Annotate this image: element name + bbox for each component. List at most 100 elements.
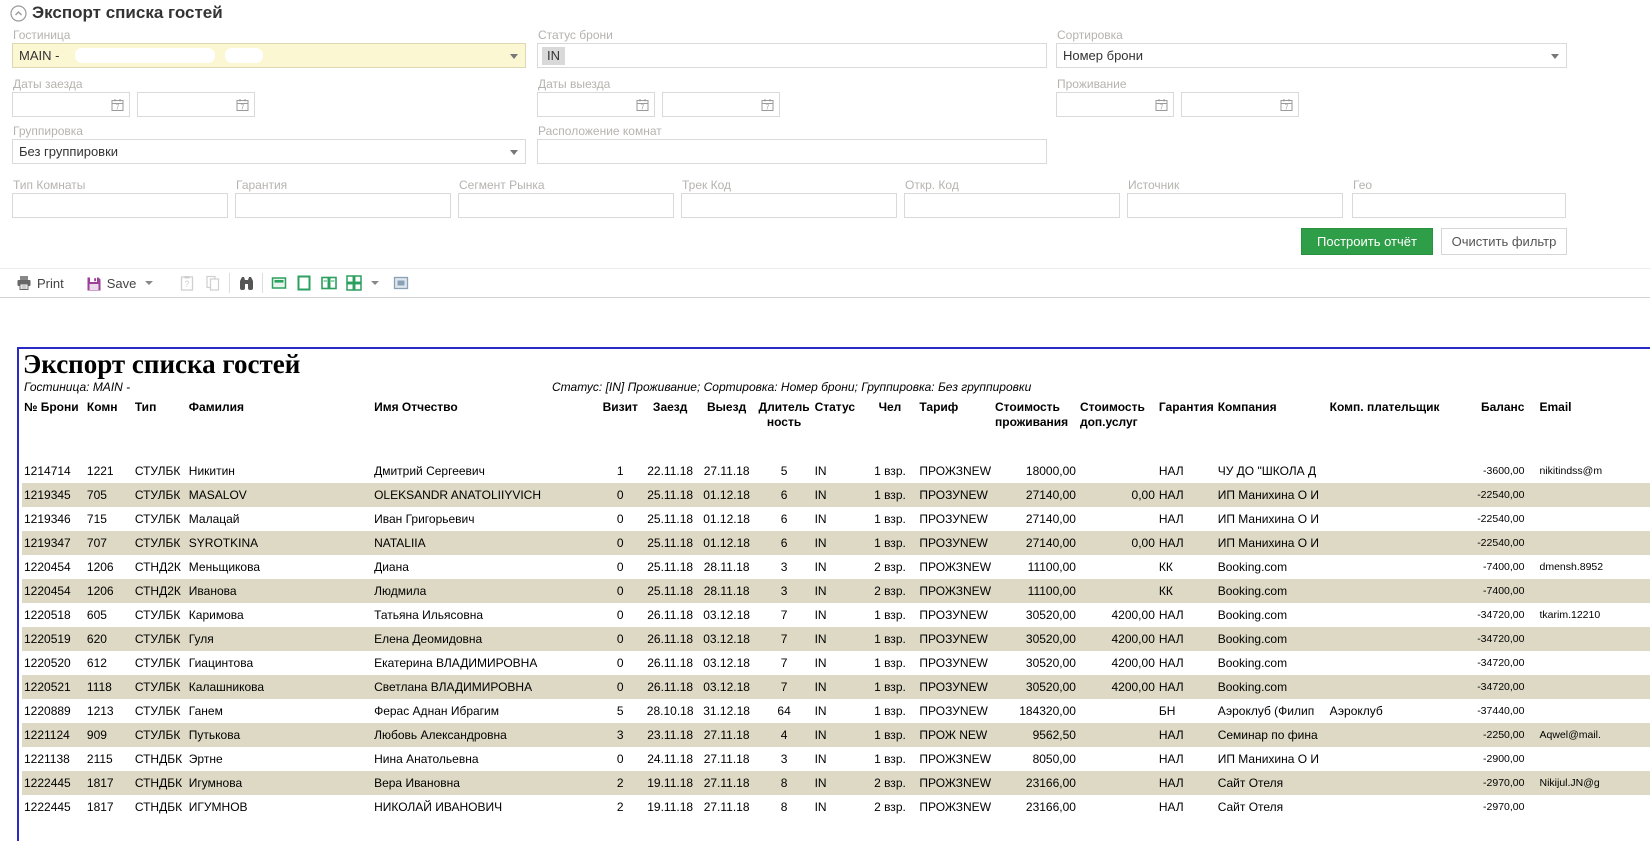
table-cell: 1 — [598, 459, 643, 483]
table-cell: Booking.com — [1216, 555, 1328, 579]
stay-label: Проживание — [1057, 77, 1127, 91]
collapse-panel-icon[interactable] — [10, 5, 26, 21]
calendar-icon[interactable]: 7 — [636, 98, 649, 115]
room-type[interactable] — [19, 198, 205, 213]
table-cell — [1328, 675, 1476, 699]
view-facing-button[interactable] — [271, 275, 287, 291]
departure-date-from-input[interactable]: 7 — [537, 92, 655, 117]
track-code-input[interactable] — [681, 193, 897, 218]
save-button[interactable]: Save — [86, 275, 154, 291]
open-code[interactable] — [911, 198, 1097, 213]
column-header: Тип — [133, 399, 187, 435]
grouping-select[interactable]: Без группировки — [12, 139, 526, 164]
geo-input[interactable] — [1352, 193, 1566, 218]
table-cell: Ганем — [187, 699, 372, 723]
table-cell — [1526, 483, 1650, 507]
room-location[interactable] — [544, 144, 1024, 159]
table-cell: 5 — [756, 459, 813, 483]
table-cell: 1220454 — [22, 579, 85, 603]
room-location-input[interactable] — [537, 139, 1047, 164]
table-cell: 1 взр. — [863, 675, 918, 699]
table-cell: 28.11.18 — [698, 555, 756, 579]
table-cell: 1219347 — [22, 531, 85, 555]
view-single-page-button[interactable] — [296, 275, 312, 291]
calendar-icon[interactable]: 7 — [111, 98, 124, 115]
table-cell: 23.11.18 — [643, 723, 698, 747]
departure-date-to[interactable] — [669, 97, 757, 112]
column-header: Стоимость проживания — [993, 399, 1078, 435]
table-cell: -2970,00 — [1475, 795, 1526, 819]
table-cell: 64 — [756, 699, 813, 723]
track-code[interactable] — [688, 198, 874, 213]
arrival-date-to[interactable] — [144, 97, 232, 112]
table-cell: СТНД2К — [133, 579, 187, 603]
track-code-label: Трек Код — [682, 178, 731, 192]
print-button[interactable]: Print — [16, 275, 64, 291]
status-tag[interactable]: IN — [542, 47, 565, 65]
table-cell: СТУЛБК — [133, 531, 187, 555]
market-segment[interactable] — [465, 198, 651, 213]
table-cell: 01.12.18 — [698, 507, 756, 531]
hotel-select[interactable]: MAIN - — [12, 43, 526, 68]
sort-select[interactable]: Номер брони — [1056, 43, 1567, 68]
market-segment-input[interactable] — [458, 193, 674, 218]
svg-text:7: 7 — [766, 105, 770, 112]
table-cell: Гуля — [187, 627, 372, 651]
column-header: № Брони — [22, 399, 85, 435]
table-cell: IN — [813, 531, 863, 555]
view-multiple-pages-button[interactable] — [346, 275, 379, 291]
arrival-date-from[interactable] — [19, 97, 107, 112]
svg-text:?: ? — [185, 279, 190, 289]
chevron-down-icon — [1551, 54, 1559, 59]
source[interactable] — [1134, 198, 1320, 213]
svg-text:7: 7 — [1285, 105, 1289, 112]
table-cell: НАЛ — [1157, 651, 1216, 675]
column-header: Фамилия — [187, 399, 372, 435]
calendar-icon[interactable]: 7 — [1155, 98, 1168, 115]
calendar-icon[interactable]: 7 — [236, 98, 249, 115]
stay-date-from[interactable] — [1063, 97, 1151, 112]
market-segment-label: Сегмент Рынка — [459, 178, 545, 192]
room-type-input[interactable] — [12, 193, 228, 218]
source-input[interactable] — [1127, 193, 1343, 218]
guarantee[interactable] — [242, 198, 428, 213]
table-cell: 5 — [598, 699, 643, 723]
calendar-icon[interactable]: 7 — [1280, 98, 1293, 115]
table-cell: 25.11.18 — [643, 483, 698, 507]
view-two-pages-button[interactable] — [321, 275, 337, 291]
clear-filter-button[interactable]: Очистить фильтр — [1441, 228, 1567, 255]
table-cell: 8050,00 — [993, 747, 1078, 771]
calendar-icon[interactable]: 7 — [761, 98, 774, 115]
guarantee-input[interactable] — [235, 193, 451, 218]
table-cell: Сайт Отеля — [1216, 771, 1328, 795]
booking-status-label: Статус брони — [538, 28, 613, 42]
build-report-button[interactable]: Построить отчёт — [1301, 228, 1433, 255]
table-cell: 6 — [756, 531, 813, 555]
table-cell — [1078, 771, 1157, 795]
page-title: Экспорт списка гостей — [32, 3, 223, 23]
booking-status-field[interactable]: IN — [537, 43, 1047, 68]
geo[interactable] — [1359, 198, 1543, 213]
departure-date-from[interactable] — [544, 97, 632, 112]
arrival-date-to-input[interactable]: 7 — [137, 92, 255, 117]
table-cell: 605 — [85, 603, 133, 627]
table-cell: ПРОЖЗNEW — [917, 459, 993, 483]
stay-date-from-input[interactable]: 7 — [1056, 92, 1174, 117]
table-cell: -7400,00 — [1475, 579, 1526, 603]
sort-label: Сортировка — [1057, 28, 1123, 42]
table-cell: 3 — [756, 579, 813, 603]
table-cell: 1214714 — [22, 459, 85, 483]
departure-date-to-input[interactable]: 7 — [662, 92, 780, 117]
table-cell: 19.11.18 — [643, 795, 698, 819]
column-header: Компания — [1216, 399, 1328, 435]
arrival-date-from-input[interactable]: 7 — [12, 92, 130, 117]
page-width-button[interactable] — [393, 275, 409, 291]
stay-date-to[interactable] — [1188, 97, 1276, 112]
table-cell: 0,00 — [1078, 483, 1157, 507]
table-cell: ПРОЖЗNEW — [917, 747, 993, 771]
svg-text:7: 7 — [641, 105, 645, 112]
open-code-input[interactable] — [904, 193, 1120, 218]
stay-date-to-input[interactable]: 7 — [1181, 92, 1299, 117]
search-button[interactable] — [238, 275, 254, 291]
table-cell: 11100,00 — [993, 555, 1078, 579]
